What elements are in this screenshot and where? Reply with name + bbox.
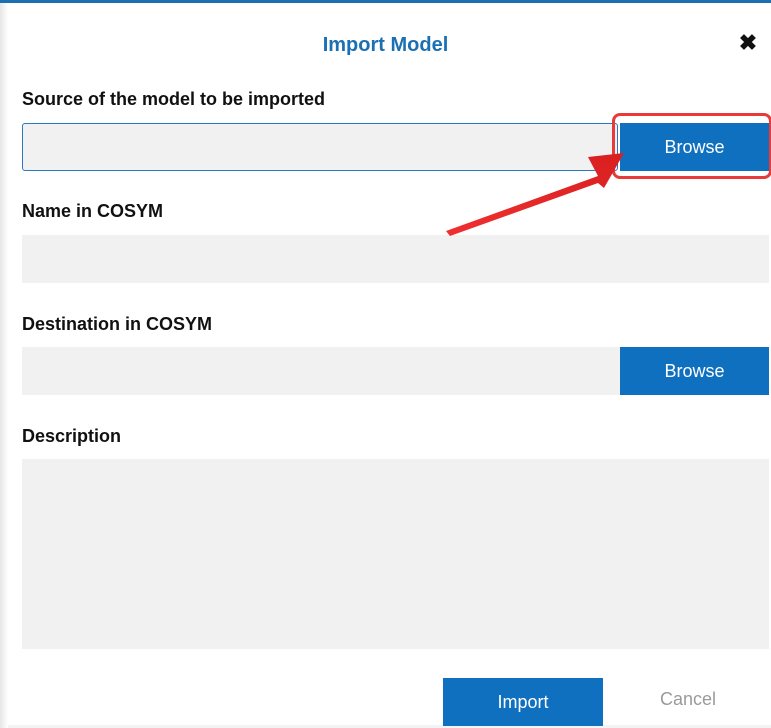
- red-arrow-icon: [446, 153, 624, 236]
- import-model-dialog: Import Model ✖ Source of the model to be…: [0, 0, 771, 728]
